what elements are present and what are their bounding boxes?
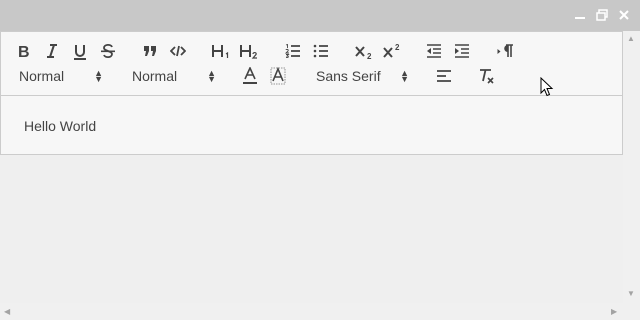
svg-text:2: 2 — [395, 43, 400, 52]
quote-icon — [143, 46, 156, 56]
bold-button[interactable]: B — [15, 41, 33, 61]
editor-content[interactable]: Hello World — [1, 96, 622, 154]
picker-arrows-icon: ▲ ▼ — [207, 68, 216, 84]
svg-text:2: 2 — [367, 52, 372, 59]
indent-button[interactable] — [453, 41, 471, 61]
bullet-list-icon — [313, 44, 328, 58]
scroll-down-icon[interactable]: ▼ — [627, 289, 635, 298]
indent-icon — [455, 44, 469, 58]
header2-button[interactable] — [239, 41, 259, 61]
font-picker-label: Sans Serif — [316, 68, 381, 84]
italic-button[interactable] — [43, 41, 61, 61]
blockquote-button[interactable] — [141, 41, 159, 61]
size-picker[interactable]: Normal ▲ ▼ — [19, 66, 103, 86]
editor-toolbar: B 2 2 Normal ▲ ▼ Normal ▲ ▼ Sans Serif ▲… — [1, 32, 622, 96]
clean-button[interactable] — [478, 66, 496, 86]
code-icon — [170, 45, 186, 57]
text-color-icon — [243, 67, 257, 84]
close-icon[interactable] — [617, 8, 631, 22]
minimize-icon[interactable] — [573, 8, 587, 22]
outdent-icon — [427, 44, 441, 58]
ordered-list-button[interactable] — [284, 41, 302, 61]
code-block-button[interactable] — [169, 41, 187, 61]
subscript-icon: 2 — [355, 46, 372, 59]
svg-text:B: B — [18, 44, 30, 59]
align-button[interactable] — [435, 66, 453, 86]
scrollbar-corner — [623, 303, 640, 320]
outdent-button[interactable] — [425, 41, 443, 61]
italic-icon — [47, 44, 57, 58]
direction-rtl-button[interactable] — [496, 41, 516, 61]
underline-icon — [74, 44, 86, 60]
ordered-list-icon — [285, 44, 300, 58]
font-picker[interactable]: Sans Serif ▲ ▼ — [316, 66, 409, 86]
strike-icon — [101, 43, 115, 59]
bullet-list-button[interactable] — [312, 41, 330, 61]
picker-arrows-icon: ▲ ▼ — [400, 68, 409, 84]
vertical-scrollbar[interactable]: ▲ ▼ — [623, 31, 640, 303]
background-color-button[interactable] — [269, 66, 287, 86]
bold-icon: B — [18, 44, 30, 59]
picker-arrows-icon: ▲ ▼ — [94, 68, 103, 84]
size-picker-label: Normal — [19, 68, 65, 84]
mouse-pointer-icon — [540, 77, 554, 97]
restore-icon[interactable] — [595, 8, 609, 22]
header-picker-label: Normal — [132, 68, 178, 84]
horizontal-scrollbar[interactable]: ◀ ▶ — [0, 303, 623, 320]
superscript-icon: 2 — [383, 43, 400, 58]
window-titlebar — [0, 0, 640, 31]
rich-text-editor: B 2 2 Normal ▲ ▼ Normal ▲ ▼ Sans Serif ▲… — [0, 31, 623, 155]
background-color-icon — [270, 67, 286, 85]
h2-icon — [240, 45, 257, 59]
underline-button[interactable] — [71, 41, 89, 61]
h1-icon — [212, 45, 229, 58]
scroll-left-icon[interactable]: ◀ — [4, 307, 10, 316]
scroll-up-icon[interactable]: ▲ — [627, 34, 635, 43]
rtl-icon — [497, 44, 513, 57]
header-picker[interactable]: Normal ▲ ▼ — [132, 66, 216, 86]
scroll-right-icon[interactable]: ▶ — [611, 307, 617, 316]
align-icon — [437, 70, 451, 82]
content-paragraph: Hello World — [24, 118, 97, 134]
superscript-button[interactable]: 2 — [382, 41, 402, 61]
strike-button[interactable] — [99, 41, 117, 61]
text-color-button[interactable] — [241, 66, 259, 86]
subscript-button[interactable]: 2 — [354, 41, 374, 61]
clear-format-icon — [480, 69, 494, 84]
header1-button[interactable] — [211, 41, 231, 61]
